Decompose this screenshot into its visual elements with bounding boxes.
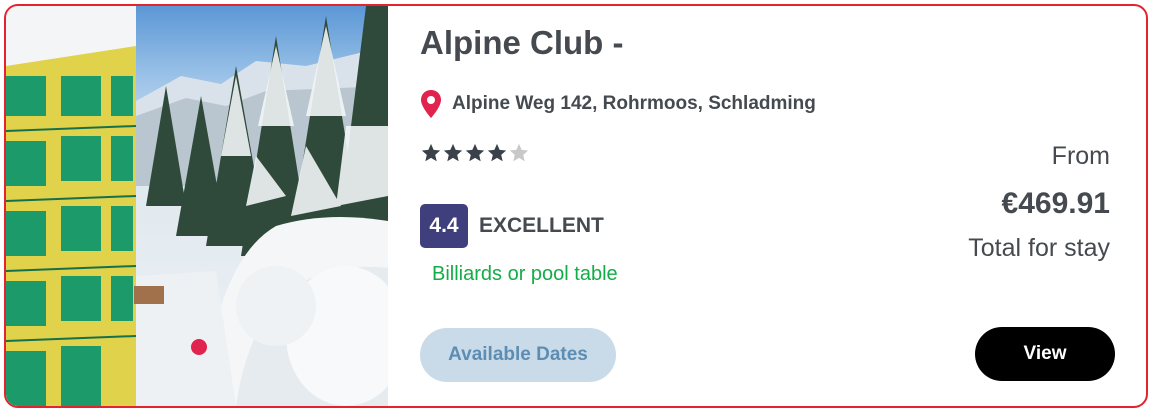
price-amount: €469.91: [1001, 187, 1110, 220]
price-block: From €469.91 Total for stay: [968, 140, 1110, 264]
rating-score-badge: 4.4: [420, 204, 468, 248]
star-icon: [465, 143, 485, 162]
available-dates-button[interactable]: Available Dates: [420, 328, 616, 382]
hotel-card[interactable]: Alpine Club - Alpine Weg 142, Rohrmoos, …: [4, 4, 1148, 408]
star-rating: [420, 142, 530, 164]
address-row: Alpine Weg 142, Rohrmoos, Schladming: [420, 89, 816, 119]
map-pin-icon: [421, 90, 441, 118]
carousel-dot[interactable]: [191, 339, 207, 355]
price-from-label: From: [1051, 142, 1110, 170]
view-button[interactable]: View: [975, 327, 1115, 381]
star-icon: [487, 143, 507, 162]
price-total-label: Total for stay: [968, 234, 1110, 262]
star-empty-icon: [509, 143, 529, 162]
hotel-photo[interactable]: [6, 6, 388, 406]
guest-rating: 4.4 EXCELLENT: [420, 204, 604, 248]
rating-label: EXCELLENT: [479, 214, 604, 237]
star-icon: [443, 143, 463, 162]
star-icon: [421, 143, 441, 162]
hotel-name[interactable]: Alpine Club -: [420, 24, 623, 62]
hotel-address: Alpine Weg 142, Rohrmoos, Schladming: [452, 93, 816, 114]
amenity-highlight: Billiards or pool table: [432, 263, 618, 285]
